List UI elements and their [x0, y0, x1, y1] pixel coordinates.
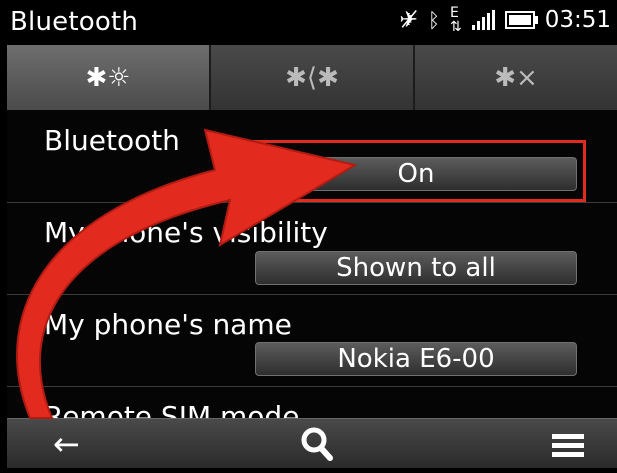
window-title: Bluetooth — [10, 7, 139, 37]
phone-name-field[interactable]: Nokia E6-00 — [255, 342, 577, 376]
setting-label: My phone's visibility — [44, 216, 328, 249]
status-bar: Bluetooth ✈̸ ᛒ E ⇅ 03:51 — [0, 0, 617, 45]
setting-label: Bluetooth — [44, 124, 180, 157]
bottom-toolbar: ← — [7, 418, 617, 468]
bluetooth-icon: ᛒ — [427, 8, 440, 32]
setting-row-phone-name[interactable]: My phone's name Nokia E6-00 — [7, 294, 617, 387]
annotation-highlight-box — [240, 140, 586, 202]
back-arrow-icon[interactable]: ← — [53, 424, 80, 464]
setting-label: My phone's name — [44, 308, 292, 341]
search-icon[interactable] — [299, 424, 335, 473]
visibility-selector[interactable]: Shown to all — [255, 251, 577, 285]
signal-icon — [471, 10, 495, 30]
no-signal-icon: ✈̸ — [399, 7, 418, 33]
battery-icon — [504, 11, 538, 29]
setting-row-visibility[interactable]: My phone's visibility Shown to all — [7, 202, 617, 295]
tab-bar: ✱☼ ✱⟨✱ ✱× — [7, 45, 617, 110]
status-icons: ✈̸ ᛒ E ⇅ 03:51 — [400, 6, 611, 34]
menu-icon[interactable] — [552, 424, 584, 473]
bluetooth-paired-icon: ✱⟨✱ — [285, 62, 339, 93]
data-e-icon: E ⇅ — [449, 5, 462, 35]
bluetooth-blocked-icon: ✱× — [494, 62, 538, 93]
tab-paired-devices[interactable]: ✱⟨✱ — [211, 45, 415, 110]
tab-blocked-devices[interactable]: ✱× — [415, 45, 617, 110]
bluetooth-settings-icon: ✱☼ — [85, 62, 131, 93]
tab-bluetooth-settings[interactable]: ✱☼ — [7, 45, 211, 110]
clock: 03:51 — [544, 7, 611, 33]
